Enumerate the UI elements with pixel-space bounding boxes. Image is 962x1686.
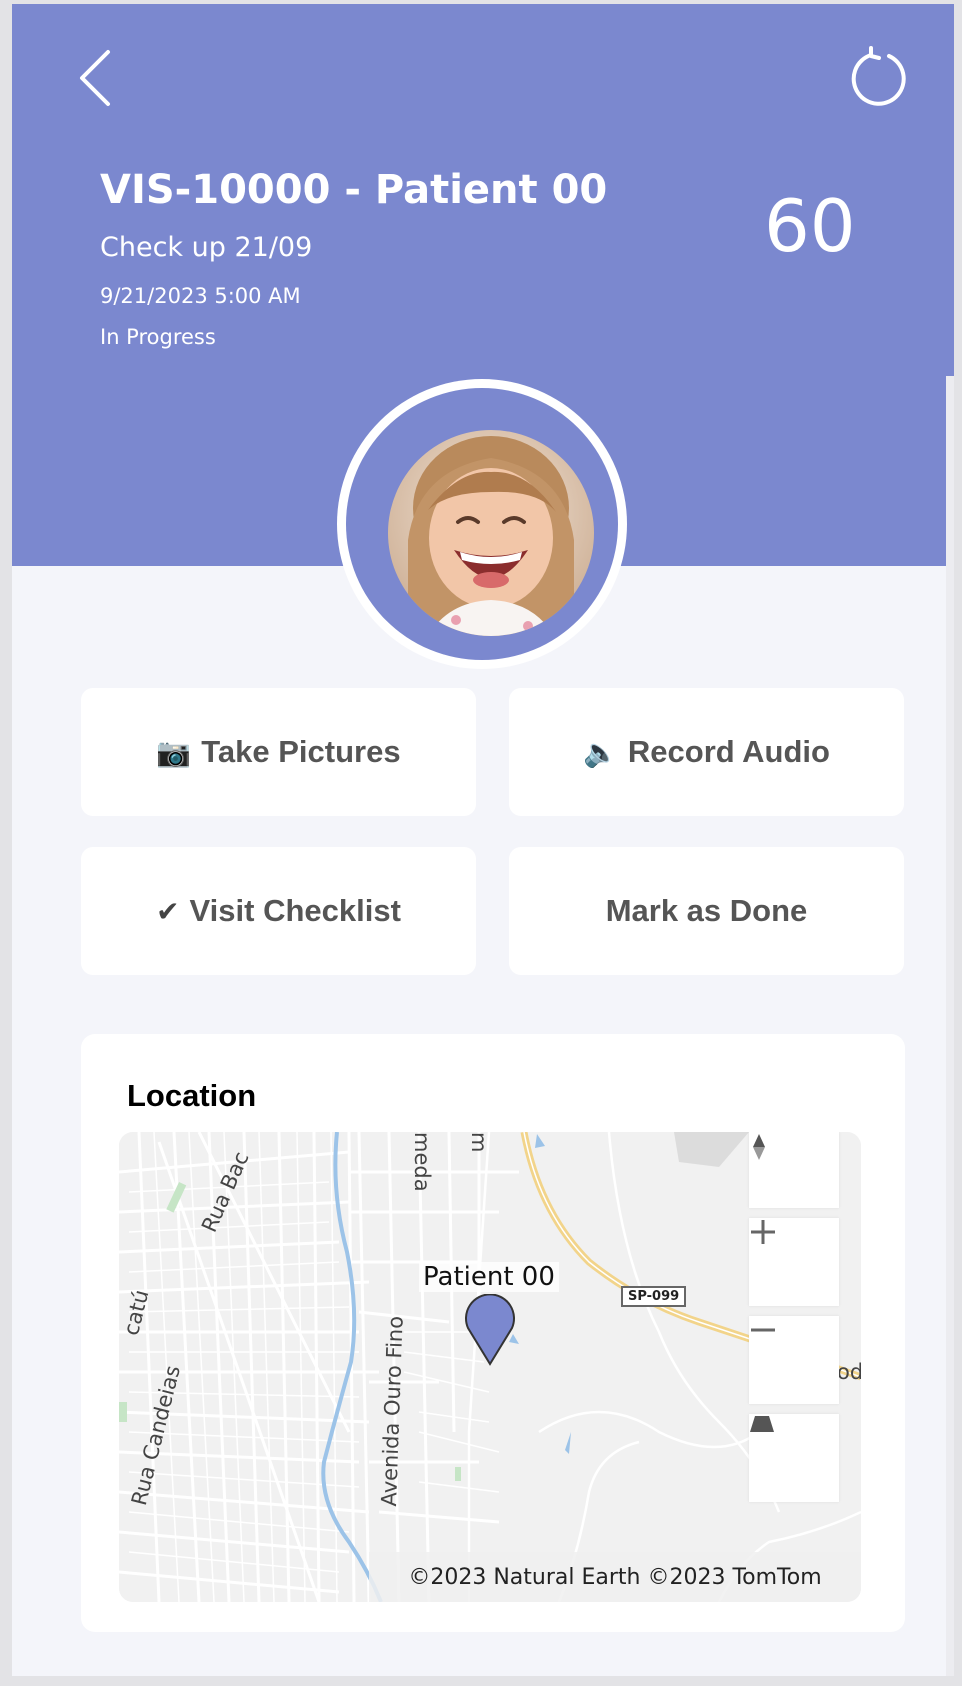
record-audio-button[interactable]: 🔈 Record Audio xyxy=(509,688,904,816)
visit-subtitle: Check up 21/09 xyxy=(100,232,313,263)
location-title: Location xyxy=(127,1078,257,1113)
compass-button[interactable] xyxy=(749,1132,839,1208)
patient-score: 60 xyxy=(764,184,856,268)
map-attribution: ©2023 Natural Earth ©2023 TomTom xyxy=(369,1552,861,1602)
street-label: od xyxy=(837,1360,861,1384)
avatar xyxy=(388,430,594,636)
avatar-background xyxy=(346,388,618,660)
refresh-button[interactable] xyxy=(844,44,914,114)
pitch-icon xyxy=(750,1416,774,1432)
visit-status: In Progress xyxy=(100,325,216,349)
chevron-left-icon xyxy=(80,50,110,106)
mark-as-done-label: Mark as Done xyxy=(605,893,808,928)
back-button[interactable] xyxy=(70,44,130,114)
record-audio-label: Record Audio xyxy=(627,734,830,769)
camera-icon: 📷 xyxy=(156,735,192,769)
compass-icon xyxy=(753,1134,765,1160)
zoom-in-icon xyxy=(751,1220,775,1244)
zoom-out-button[interactable] xyxy=(749,1316,839,1404)
road-badge: SP-099 xyxy=(621,1286,687,1307)
pitch-button[interactable] xyxy=(749,1414,839,1502)
visit-checklist-button[interactable]: ✔ Visit Checklist xyxy=(81,847,476,975)
zoom-in-button[interactable] xyxy=(749,1218,839,1306)
checkmark-icon: ✔ xyxy=(156,894,180,928)
mark-as-done-button[interactable]: Mark as Done xyxy=(509,847,904,975)
take-pictures-label: Take Pictures xyxy=(201,734,401,769)
app-screen: VIS-10000 - Patient 00 Check up 21/09 9/… xyxy=(12,4,954,1676)
scrollbar[interactable] xyxy=(946,4,954,1676)
visit-title: VIS-10000 - Patient 00 xyxy=(100,167,608,213)
street-label: m xyxy=(467,1132,491,1153)
speaker-icon: 🔈 xyxy=(583,735,618,769)
refresh-icon xyxy=(851,46,906,106)
take-pictures-button[interactable]: 📷 Take Pictures xyxy=(81,688,476,816)
scrollbar-thumb[interactable] xyxy=(946,4,954,376)
visit-datetime: 9/21/2023 5:00 AM xyxy=(100,284,301,308)
avatar-photo-illustration xyxy=(388,430,594,636)
zoom-out-icon xyxy=(751,1328,775,1332)
map[interactable]: Rua Bac Rua Candeias Avenida Ouro Fino m… xyxy=(119,1132,861,1602)
avatar-frame xyxy=(337,379,627,669)
location-card: Location Rua Bac Rua Candeias Avenida Ou… xyxy=(81,1034,905,1632)
pin-label: Patient 00 xyxy=(419,1262,559,1292)
visit-checklist-label: Visit Checklist xyxy=(189,893,401,928)
street-label: meda xyxy=(410,1132,434,1192)
